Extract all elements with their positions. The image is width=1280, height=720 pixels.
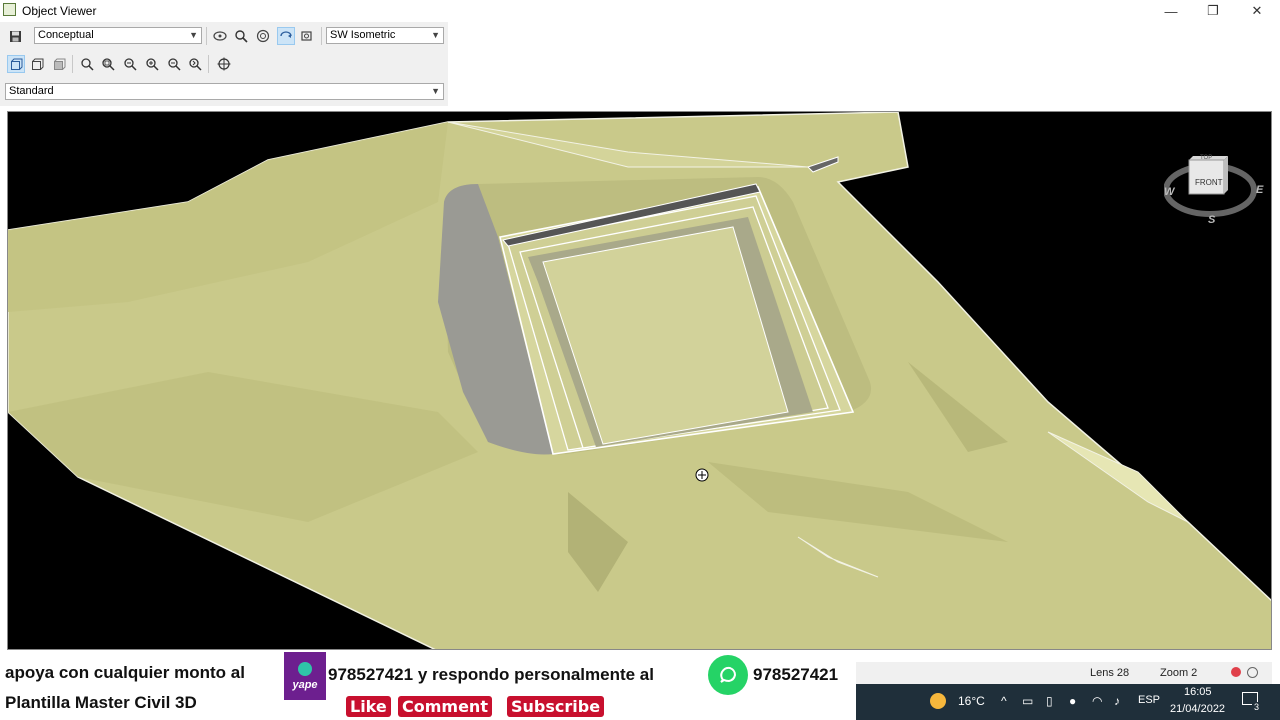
zoom-window-icon[interactable] <box>99 55 117 73</box>
comment-button[interactable]: Comment <box>398 696 492 717</box>
yape-label: yape <box>292 678 318 691</box>
window-edge <box>1272 111 1280 684</box>
restore-button[interactable]: ❐ <box>1190 0 1236 22</box>
visual-style-select[interactable]: Conceptual ▼ <box>34 27 202 44</box>
zoom-extents-icon[interactable] <box>121 55 139 73</box>
app-icon <box>3 3 16 16</box>
hidden-box-icon[interactable] <box>28 55 46 73</box>
taskbar: 16°C ^ ▭ ▯ ● ◠ ♪ ESP 16:05 21/04/2022 3 <box>856 684 1280 720</box>
view-value: SW Isometric <box>330 29 396 41</box>
toolbar-blank <box>448 22 1280 110</box>
viewcube-top[interactable]: TOP <box>1200 155 1212 161</box>
window-title: Object Viewer <box>22 4 97 18</box>
chevron-down-icon: ▼ <box>189 30 198 40</box>
realistic-icon[interactable] <box>50 55 68 73</box>
clock-date[interactable]: 21/04/2022 <box>1170 703 1225 715</box>
microphone-icon[interactable]: ● <box>1069 694 1076 708</box>
lens-readout: Lens 28 <box>1090 667 1130 679</box>
compass-south[interactable]: S <box>1208 214 1215 226</box>
notification-count: 3 <box>1252 702 1262 712</box>
viewcube[interactable]: FRONT TOP W E S <box>1163 148 1264 228</box>
zoom-in-icon[interactable] <box>143 55 161 73</box>
weather-icon[interactable] <box>930 693 946 709</box>
compass-east[interactable]: E <box>1256 184 1263 196</box>
zoom-readout: Zoom 2 <box>1160 667 1198 679</box>
like-button[interactable]: Like <box>346 696 391 717</box>
zoom-out-icon[interactable] <box>165 55 183 73</box>
separator <box>321 27 322 45</box>
view-select[interactable]: SW Isometric ▼ <box>326 27 444 44</box>
yape-logo: yape <box>284 652 326 700</box>
title-bar: Object Viewer — ❐ ✕ <box>0 0 1280 22</box>
compass-west[interactable]: W <box>1164 186 1174 198</box>
network-icon[interactable]: ▭ <box>1022 694 1033 708</box>
viewcube-front[interactable]: FRONT <box>1195 178 1223 187</box>
save-icon[interactable] <box>6 27 24 45</box>
whatsapp-icon <box>708 655 748 695</box>
3d-viewport[interactable]: FRONT TOP W E S <box>7 111 1272 650</box>
status-bar: Lens 28 Zoom 2 <box>856 662 1272 684</box>
continuous-orbit-icon[interactable] <box>277 27 295 45</box>
circle-icon[interactable] <box>1247 667 1258 678</box>
close-button[interactable]: ✕ <box>1234 0 1280 22</box>
wifi-icon[interactable]: ◠ <box>1092 694 1102 708</box>
clock-time[interactable]: 16:05 <box>1184 686 1212 698</box>
minimize-button[interactable]: — <box>1148 0 1194 22</box>
target-icon[interactable] <box>215 55 233 73</box>
promo-line1a: apoya con cualquier monto al <box>5 663 245 682</box>
record-icon[interactable] <box>1231 667 1241 677</box>
chevron-down-icon: ▼ <box>431 30 440 40</box>
promo-line1b: 978527421 y respondo personalmente al <box>328 665 654 684</box>
subscribe-button[interactable]: Subscribe <box>507 696 605 717</box>
separator <box>208 55 209 73</box>
camera-icon[interactable] <box>298 27 316 45</box>
chevron-down-icon: ▼ <box>431 86 440 96</box>
separator <box>72 55 73 73</box>
zoom-realtime-icon[interactable] <box>78 55 96 73</box>
separator <box>206 27 207 45</box>
zoom-previous-icon[interactable] <box>186 55 204 73</box>
volume-icon[interactable]: ♪ <box>1114 694 1120 708</box>
promo-phone: 978527421 <box>753 665 839 684</box>
terrain-model <box>8 112 1271 649</box>
profile-select[interactable]: Standard ▼ <box>5 83 444 100</box>
battery-icon[interactable]: ▯ <box>1046 694 1053 708</box>
temperature[interactable]: 16°C <box>958 694 985 708</box>
free-orbit-icon[interactable] <box>254 27 272 45</box>
yape-icon <box>298 661 312 676</box>
orbit-icon[interactable] <box>211 27 229 45</box>
toolbar-area: Conceptual ▼ SW Isometric ▼ Standard ▼ <box>0 22 448 106</box>
promo-line2: Plantilla Master Civil 3D <box>5 693 197 712</box>
language-indicator[interactable]: ESP <box>1138 694 1160 706</box>
wireframe-box-icon[interactable] <box>7 55 25 73</box>
zoom-icon[interactable] <box>232 27 250 45</box>
chevron-up-icon[interactable]: ^ <box>1001 694 1007 708</box>
profile-value: Standard <box>9 85 54 97</box>
visual-style-value: Conceptual <box>38 29 94 41</box>
